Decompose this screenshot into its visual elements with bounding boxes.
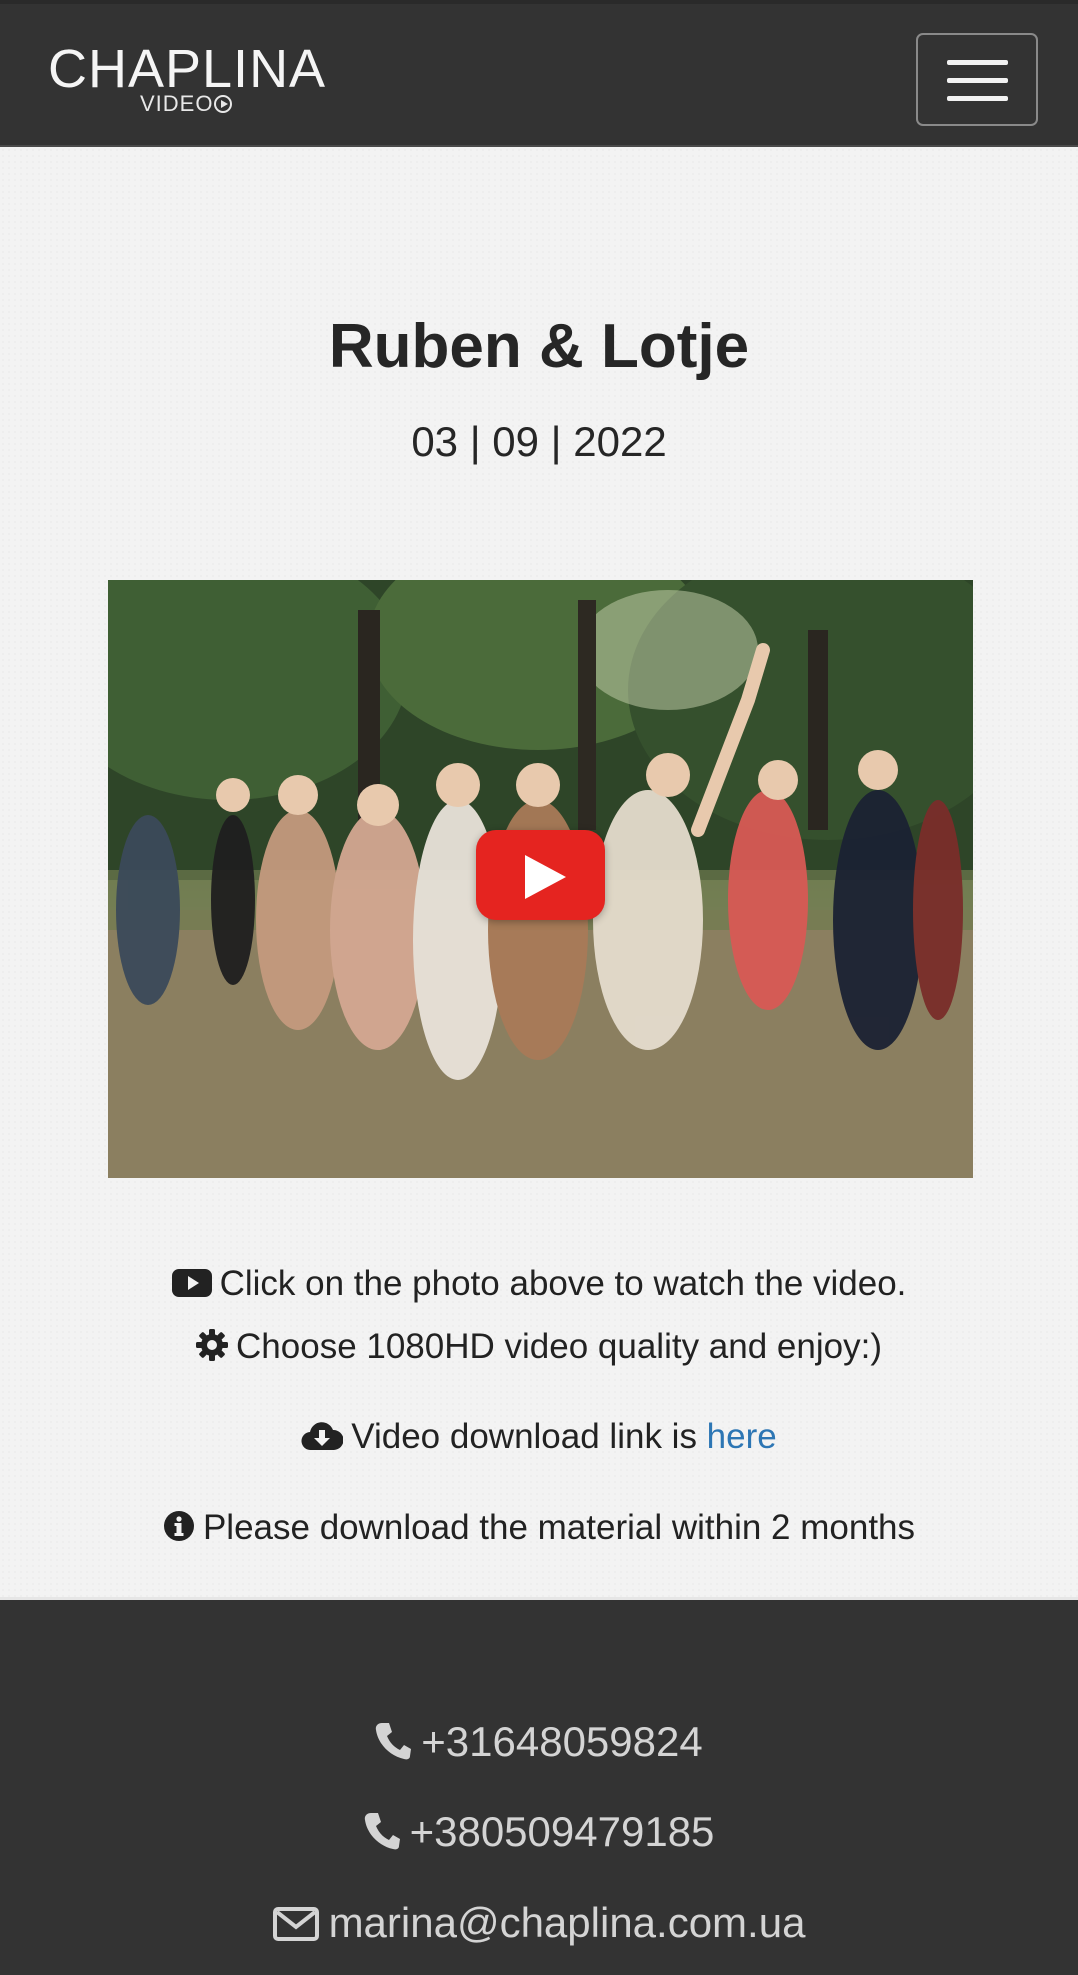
gear-icon bbox=[196, 1328, 229, 1372]
quality-instruction: Choose 1080HD video quality and enjoy:) bbox=[0, 1325, 1078, 1372]
phone-link-1[interactable]: +31648059824 bbox=[0, 1717, 1078, 1771]
envelope-icon bbox=[272, 1902, 319, 1952]
couple-title: Ruben & Lotje bbox=[328, 312, 750, 381]
cloud-download-icon bbox=[301, 1418, 344, 1462]
contact-footer: +31648059824 +380509479185 marina@chapli… bbox=[0, 1600, 1078, 1975]
wedding-date: 03 | 09 | 2022 bbox=[411, 418, 667, 465]
chaplina-logo[interactable]: CHAPLINA VIDEO bbox=[48, 42, 328, 118]
menu-toggle-button[interactable] bbox=[916, 33, 1038, 126]
hamburger-bar bbox=[947, 96, 1008, 101]
download-here-link[interactable]: here bbox=[707, 1417, 777, 1456]
info-circle-icon bbox=[163, 1509, 195, 1553]
play-circle-icon bbox=[214, 95, 233, 113]
phone-number-2: +380509479185 bbox=[409, 1808, 715, 1855]
download-line: Video download link is here bbox=[0, 1415, 1078, 1462]
hamburger-bar bbox=[947, 78, 1008, 83]
phone-icon bbox=[364, 1811, 400, 1861]
main-content: Ruben & Lotje 03 | 09 | 2022 Click on th… bbox=[0, 147, 1078, 1600]
email-link[interactable]: marina@chaplina.com.ua bbox=[0, 1898, 1078, 1952]
logo-subtitle: VIDEO bbox=[140, 91, 233, 116]
watch-instruction: Click on the photo above to watch the vi… bbox=[0, 1262, 1078, 1309]
download-line-text: Video download link is bbox=[351, 1417, 707, 1456]
download-notice-text: Please download the material within 2 mo… bbox=[202, 1508, 916, 1547]
phone-icon bbox=[375, 1721, 412, 1771]
download-notice: Please download the material within 2 mo… bbox=[0, 1506, 1078, 1553]
top-navbar: CHAPLINA VIDEO bbox=[0, 0, 1078, 147]
email-address: marina@chaplina.com.ua bbox=[328, 1899, 806, 1946]
quality-instruction-text: Choose 1080HD video quality and enjoy:) bbox=[236, 1327, 882, 1366]
video-thumbnail[interactable] bbox=[108, 580, 973, 1178]
watch-instruction-text: Click on the photo above to watch the vi… bbox=[219, 1264, 907, 1303]
hamburger-menu-icon bbox=[947, 60, 1008, 65]
youtube-icon bbox=[171, 1265, 212, 1309]
youtube-play-icon[interactable] bbox=[476, 830, 605, 920]
phone-link-2[interactable]: +380509479185 bbox=[0, 1807, 1078, 1861]
phone-number-1: +31648059824 bbox=[421, 1718, 703, 1765]
logo-subtitle-text: VIDEO bbox=[140, 91, 214, 116]
logo-wordmark: CHAPLINA bbox=[48, 39, 327, 99]
